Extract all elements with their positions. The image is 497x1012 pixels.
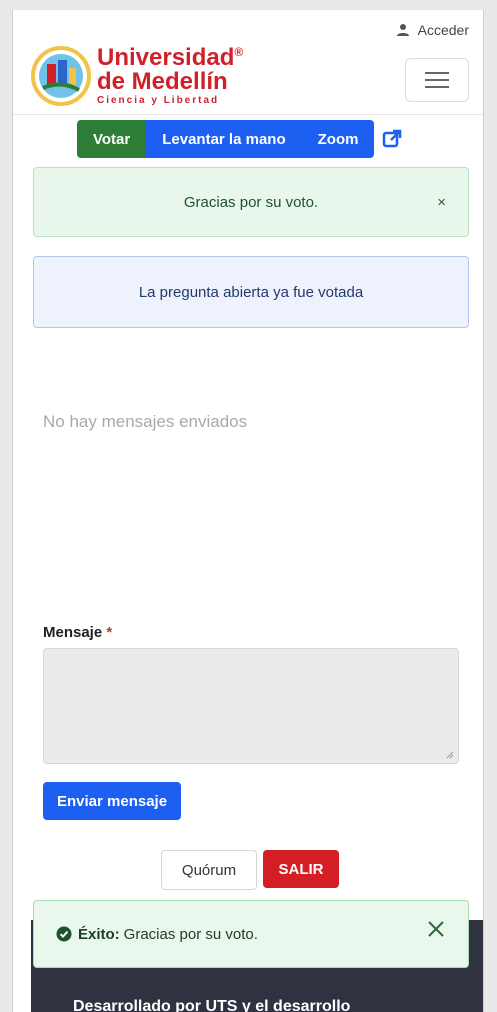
message-label: Mensaje * <box>43 624 112 641</box>
toast-title: Éxito: <box>78 925 120 943</box>
required-mark: * <box>106 624 113 641</box>
message-label-text: Mensaje <box>43 624 103 641</box>
resize-grip-icon[interactable] <box>446 751 454 759</box>
vote-success-text: Gracias por su voto. <box>183 193 319 211</box>
login-link[interactable]: Acceder <box>396 22 469 38</box>
header-divider <box>13 114 483 115</box>
vote-success-alert: Gracias por su voto. × <box>33 167 469 237</box>
empty-messages-text: No hay mensajes enviados <box>43 412 248 431</box>
external-link-icon[interactable] <box>382 129 402 149</box>
menu-toggle-button[interactable] <box>405 58 469 102</box>
toast-message: Gracias por su voto. <box>123 925 258 943</box>
close-icon[interactable] <box>426 919 446 939</box>
university-emblem-icon <box>31 46 91 106</box>
question-voted-alert: La pregunta abierta ya fue votada <box>33 256 469 328</box>
check-circle-icon <box>56 926 72 942</box>
logo-registered-mark: ® <box>234 45 244 59</box>
logo-line2: de Medellín <box>97 68 228 95</box>
message-textarea[interactable] <box>43 648 459 764</box>
app-frame: Acceder Universidad® de Medellín Ciencia… <box>12 10 484 1012</box>
hamburger-icon-bar <box>425 86 449 88</box>
footer-text: Desarrollado por UTS y el desarrollo <box>73 998 351 1012</box>
user-icon <box>396 24 409 36</box>
quorum-button[interactable]: Quórum <box>161 850 257 890</box>
question-voted-text: La pregunta abierta ya fue votada <box>138 283 364 301</box>
action-button-group: Votar Levantar la mano Zoom <box>77 120 402 158</box>
close-icon[interactable]: × <box>437 194 446 211</box>
exit-button[interactable]: SALIR <box>263 850 339 888</box>
raise-hand-button[interactable]: Levantar la mano <box>146 120 302 158</box>
university-logo[interactable]: Universidad® de Medellín Ciencia y Liber… <box>31 46 243 106</box>
send-message-button[interactable]: Enviar mensaje <box>43 782 182 820</box>
hamburger-icon-bar <box>425 79 449 81</box>
success-toast: Éxito: Gracias por su voto. <box>33 900 469 968</box>
hamburger-icon-bar <box>425 72 449 74</box>
logo-tagline: Ciencia y Libertad <box>97 95 220 106</box>
logo-line1: Universidad <box>97 44 235 71</box>
vote-button[interactable]: Votar <box>77 120 147 158</box>
zoom-button[interactable]: Zoom <box>301 120 375 158</box>
login-label: Acceder <box>417 22 469 38</box>
